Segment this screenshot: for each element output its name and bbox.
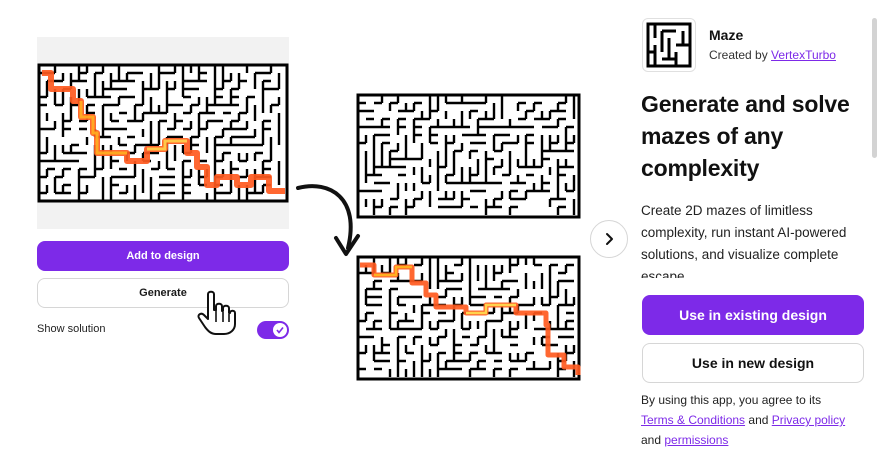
author-link[interactable]: VertexTurbo bbox=[771, 48, 836, 62]
scrollbar[interactable] bbox=[872, 18, 877, 158]
check-icon bbox=[276, 327, 284, 334]
app-author-line: Created by VertexTurbo bbox=[709, 48, 836, 62]
legal-and-2: and bbox=[641, 433, 662, 447]
show-solution-label: Show solution bbox=[37, 323, 106, 335]
toggle-knob bbox=[273, 323, 287, 337]
maze-solved-image bbox=[356, 255, 581, 381]
app-logo bbox=[642, 18, 696, 72]
use-in-existing-design-button[interactable]: Use in existing design bbox=[642, 295, 864, 335]
maze-unsolved-image bbox=[356, 93, 581, 219]
terms-link[interactable]: Terms & Conditions bbox=[641, 413, 745, 427]
legal-and-1: and bbox=[748, 413, 769, 427]
permissions-link[interactable]: permissions bbox=[664, 433, 728, 447]
show-solution-toggle[interactable] bbox=[257, 321, 289, 339]
chevron-right-icon bbox=[606, 233, 613, 245]
maze-preview-card bbox=[37, 37, 289, 229]
app-headline: Generate and solve mazes of any complexi… bbox=[641, 91, 850, 181]
use-in-new-design-button[interactable]: Use in new design bbox=[642, 343, 864, 383]
privacy-link[interactable]: Privacy policy bbox=[772, 413, 845, 427]
hand-pointer-icon bbox=[196, 290, 240, 336]
legal-text: By using this app, you agree to its Term… bbox=[641, 390, 871, 450]
app-name: Maze bbox=[709, 27, 744, 43]
maze-preview-image bbox=[37, 63, 289, 203]
legal-prefix: By using this app, you agree to its bbox=[641, 393, 822, 407]
app-description: Create 2D mazes of limitless complexity,… bbox=[641, 203, 847, 278]
created-by-label: Created by bbox=[709, 48, 768, 62]
add-to-design-button[interactable]: Add to design bbox=[37, 241, 289, 271]
generate-button[interactable]: Generate bbox=[37, 278, 289, 308]
use-new-label: Use in new design bbox=[691, 355, 815, 371]
generate-label: Generate bbox=[139, 287, 187, 299]
add-to-design-label: Add to design bbox=[126, 250, 200, 262]
maze-logo-icon bbox=[646, 22, 692, 68]
next-button[interactable] bbox=[590, 220, 628, 258]
use-existing-label: Use in existing design bbox=[679, 307, 827, 323]
